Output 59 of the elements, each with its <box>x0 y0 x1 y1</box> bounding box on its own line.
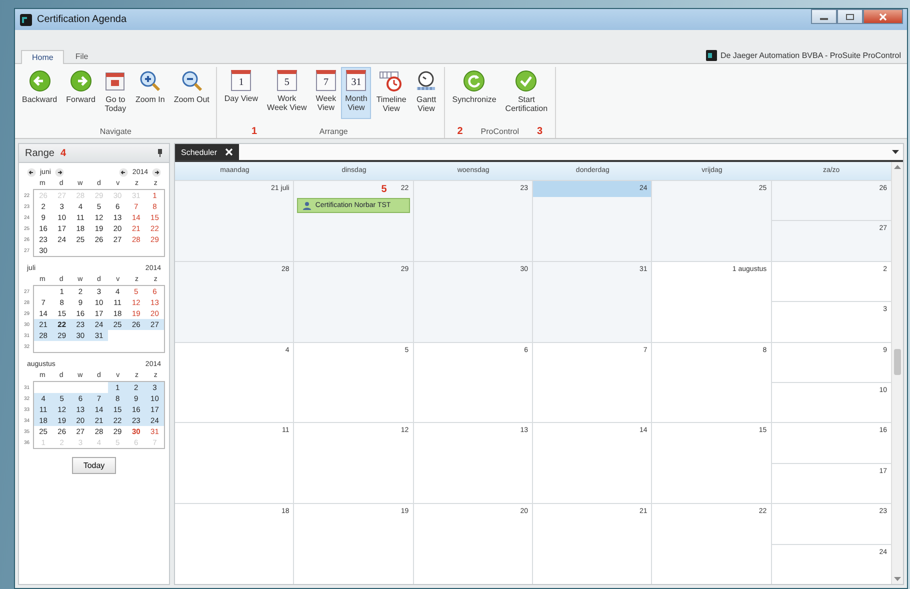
maximize-button[interactable] <box>837 9 863 24</box>
close-button[interactable] <box>863 9 903 24</box>
ribbon-button[interactable]: Zoom Out <box>170 67 214 119</box>
person-icon <box>302 201 312 210</box>
calendar-icon <box>104 70 126 92</box>
ribbon-button[interactable]: Forward <box>62 67 100 119</box>
close-icon <box>878 12 888 20</box>
ribbon-tab[interactable]: Home <box>21 50 64 64</box>
calendar-page-icon: 31 <box>346 70 366 91</box>
ribbon-button[interactable]: 1 Day View <box>220 67 262 119</box>
panel-title: Range <box>25 148 54 158</box>
group-label: Navigate <box>100 127 132 136</box>
dropdown-caret-icon[interactable] <box>892 150 899 154</box>
calendar-page-icon: 7 <box>316 70 336 91</box>
ribbon-tab[interactable]: File <box>64 49 100 63</box>
ribbon-button[interactable]: Zoom In <box>131 67 169 119</box>
calendar-page-icon: 1 <box>231 70 252 91</box>
ribbon-button[interactable]: 31 Month View <box>341 67 372 119</box>
maximize-icon <box>845 12 855 20</box>
ribbon-button[interactable]: 7 Week View <box>312 67 340 119</box>
zoom-out-icon <box>180 70 203 92</box>
tab-label: Scheduler <box>181 148 218 156</box>
ribbon-button[interactable]: 5 Work Week View <box>263 67 311 119</box>
scroll-down-icon[interactable] <box>894 577 901 581</box>
document-tab[interactable]: Scheduler <box>175 144 240 160</box>
zoom-in-icon <box>139 70 162 92</box>
ribbon-button[interactable]: Synchronize <box>448 67 500 119</box>
timeline-clock-icon <box>379 70 404 92</box>
scroll-up-icon[interactable] <box>894 165 901 169</box>
previous-year-icon[interactable] <box>119 168 128 176</box>
ribbon-button[interactable]: Go to Today <box>100 67 130 119</box>
company-logo-icon <box>706 50 718 61</box>
callout-number: 2 <box>457 126 463 137</box>
callout-number: 3 <box>537 126 543 137</box>
close-icon[interactable] <box>225 148 234 156</box>
gauge-icon <box>415 70 438 92</box>
ribbon-button[interactable]: Gantt View <box>411 67 442 119</box>
ribbon-button[interactable]: Timeline View <box>372 67 410 119</box>
today-button[interactable]: Today <box>72 457 116 474</box>
next-year-icon[interactable] <box>152 168 161 176</box>
pin-icon[interactable] <box>157 149 163 157</box>
company-name: De Jaeger Automation BVBA - ProSuite ProControl <box>720 51 901 60</box>
callout-number: 1 <box>252 126 258 137</box>
window-title: Certification Agenda <box>37 14 127 25</box>
callout-number: 5 <box>381 184 387 194</box>
minimize-button[interactable] <box>811 9 837 24</box>
scrollbar-thumb[interactable] <box>894 349 901 375</box>
sync-icon <box>463 70 486 92</box>
app-logo-icon <box>19 12 33 26</box>
vertical-scrollbar[interactable] <box>891 162 903 584</box>
group-label: Arrange <box>319 127 348 136</box>
checkmark-icon <box>515 70 538 92</box>
calendar-page-icon: 5 <box>276 70 297 91</box>
ribbon-button[interactable]: Backward <box>18 67 62 119</box>
callout-number: 4 <box>60 148 66 158</box>
group-label: ProControl <box>480 127 520 136</box>
ribbon-button[interactable]: Start Certification <box>501 67 552 119</box>
next-month-icon[interactable] <box>54 168 64 176</box>
previous-month-icon[interactable] <box>27 168 36 176</box>
